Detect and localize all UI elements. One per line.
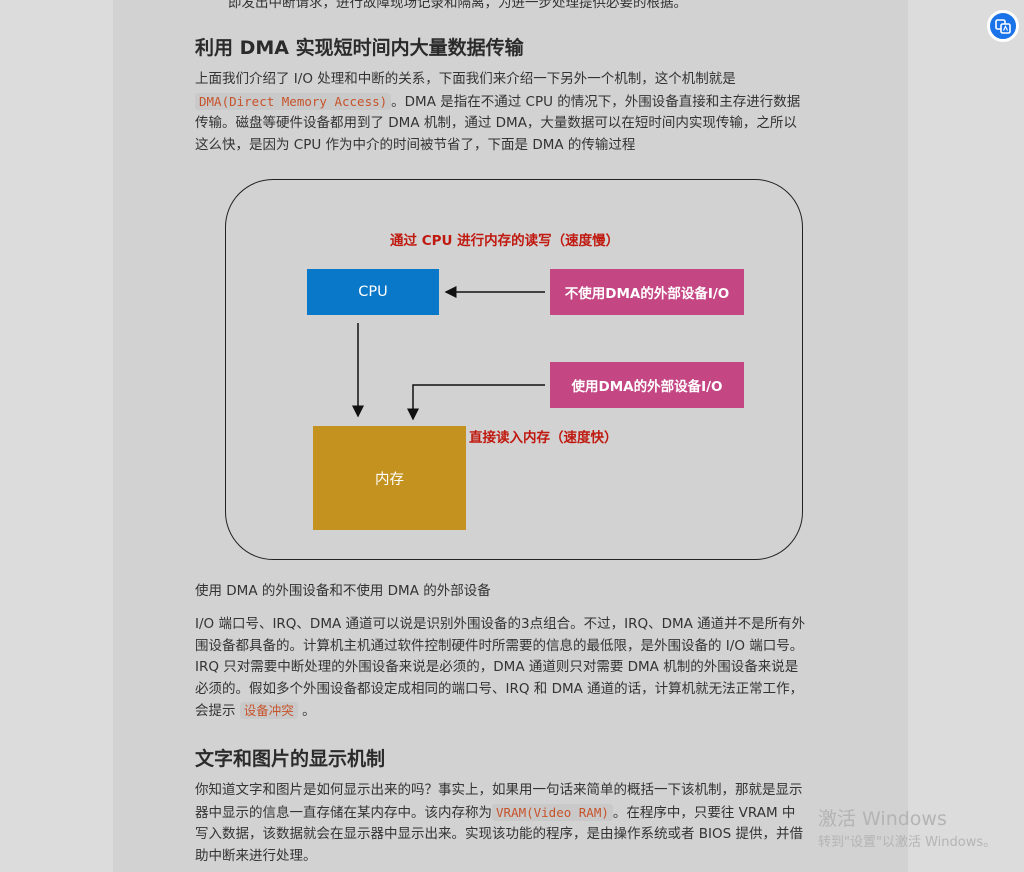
para-line: I/O 端口号、IRQ、DMA 通道可以说是识别外围设备的3点组合。不过，IRQ… (195, 616, 806, 632)
para-line: 助中断来进行处理。 (195, 847, 317, 864)
para-line: 必须的。假如多个外围设备都设定成相同的端口号、IRQ 和 DMA 通道的话，计算… (195, 680, 804, 697)
activation-watermark-title: 激活 Windows (818, 808, 947, 830)
diagram-caption: 使用 DMA 的外围设备和不使用 DMA 的外部设备 (195, 583, 491, 599)
paragraph-display: 你知道文字和图片是如何显示出来的吗？事实上，如果用一句话来简单的概括一下该机制，… (195, 780, 835, 867)
para-line: IRQ 只对需要中断处理的外围设备来说是必须的，DMA 通道则只对需要 DMA … (195, 659, 799, 675)
section-heading-display: 文字和图片的显示机制 (195, 748, 386, 770)
inline-code-vram: VRAM(Video RAM) (492, 803, 613, 821)
para-line: 你知道文字和图片是如何显示出来的吗？事实上，如果用一句话来简单的概括一下该机制，… (195, 782, 803, 798)
para-line: 写入数据，该数据就会在显示器中显示出来。实现该功能的程序，是由操作系统或者 BI… (195, 826, 804, 842)
floating-translate-button[interactable] (987, 10, 1019, 42)
paragraph-io-port: I/O 端口号、IRQ、DMA 通道可以说是识别外围设备的3点组合。不过，IRQ… (195, 614, 835, 723)
inline-code-conflict: 设备冲突 (239, 702, 298, 719)
para-line: 。 (302, 703, 316, 719)
translate-icon (995, 19, 1011, 34)
para-line: 器中显示的信息一直存储在某内存中。该内存称为 (195, 804, 492, 821)
para-line: 。在程序中，只要往 VRAM 中 (612, 804, 796, 821)
diagram-arrows (352, 286, 545, 421)
activation-watermark-subtitle: 转到"设置"以激活 Windows。 (818, 835, 997, 850)
para-line: 会提示 (195, 703, 236, 719)
para-line: 围设备都具备的。计算机主机通过软件控制硬件时所需要的信息的最低限，是外围设备的 … (195, 637, 804, 654)
arrow-dma-to-memory (407, 384, 545, 421)
